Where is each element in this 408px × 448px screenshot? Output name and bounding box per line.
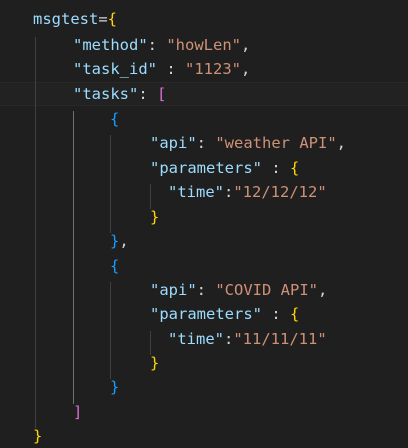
code-text: "parameters" : {: [150, 156, 299, 180]
code-token: }: [110, 232, 120, 250]
code-token: "11/11/11": [233, 330, 327, 348]
code-token: ,: [241, 60, 251, 78]
code-editor[interactable]: msgtest={"method": "howLen", "task_id" : …: [0, 0, 408, 445]
code-token: :: [138, 85, 157, 103]
code-text: "tasks": [: [73, 82, 166, 106]
code-text: {: [110, 107, 119, 131]
code-token: "task_id": [73, 60, 157, 78]
indent-guide: [110, 282, 111, 379]
code-line[interactable]: },: [0, 229, 408, 253]
code-token: ,: [119, 232, 129, 250]
code-text: }: [150, 205, 159, 229]
code-token: :: [224, 183, 234, 201]
indent-guide: [73, 111, 74, 404]
code-line[interactable]: }: [0, 351, 408, 375]
code-line[interactable]: }: [0, 375, 408, 399]
code-token: =: [98, 10, 108, 28]
code-token: [: [157, 85, 167, 103]
code-token: {: [289, 305, 300, 323]
code-token: {: [110, 257, 120, 275]
code-token: }: [150, 208, 160, 226]
code-text: },: [110, 229, 129, 253]
code-token: }: [33, 427, 43, 445]
code-text: "parameters" : {: [150, 302, 299, 326]
code-text: }: [150, 351, 159, 375]
code-token: "tasks": [73, 85, 139, 103]
code-token: "howLen": [166, 36, 241, 54]
code-text: "time":"12/12/12": [168, 180, 327, 204]
code-token: }: [110, 378, 120, 396]
code-token: "12/12/12": [233, 183, 327, 201]
code-token: :: [196, 134, 216, 152]
code-text: "method": "howLen",: [73, 33, 250, 57]
code-token: :: [224, 330, 234, 348]
code-line[interactable]: "time":"11/11/11": [0, 327, 408, 351]
code-text: }: [110, 375, 119, 399]
code-token: "api": [150, 281, 197, 299]
code-line[interactable]: "api": "COVID API",: [0, 278, 408, 302]
code-token: ,: [318, 281, 328, 299]
indent-guide: [110, 135, 111, 233]
code-text: msgtest={: [33, 7, 117, 31]
code-line[interactable]: {: [0, 254, 408, 278]
code-token: "1123": [185, 60, 241, 78]
code-token: "time": [168, 183, 224, 201]
code-token: :: [157, 60, 185, 78]
code-token: ]: [73, 403, 83, 421]
code-text: "api": "COVID API",: [150, 278, 327, 302]
code-token: :: [261, 159, 290, 177]
code-token: "parameters": [150, 305, 262, 323]
code-token: {: [110, 110, 120, 128]
indent-guide: [35, 37, 36, 428]
code-token: ,: [240, 36, 251, 54]
code-line[interactable]: "api": "weather API",: [0, 131, 408, 155]
code-token: msgtest: [33, 10, 99, 28]
code-text: "task_id" : "1123",: [73, 57, 250, 81]
indent-guide: [150, 184, 151, 209]
code-line[interactable]: "task_id" : "1123",: [0, 57, 408, 81]
code-token: {: [107, 10, 118, 28]
code-line[interactable]: }: [0, 205, 408, 229]
code-token: "api": [150, 134, 197, 152]
code-line[interactable]: "parameters" : {: [0, 156, 408, 180]
code-token: "parameters": [150, 159, 262, 177]
code-line[interactable]: msgtest={: [0, 7, 408, 31]
code-token: {: [289, 159, 300, 177]
code-text: "time":"11/11/11": [168, 327, 327, 351]
code-token: "COVID API": [215, 281, 318, 299]
code-token: :: [147, 36, 167, 54]
code-line[interactable]: ]: [0, 400, 408, 424]
code-token: :: [261, 305, 290, 323]
code-token: "weather API": [215, 134, 337, 152]
code-text: ]: [73, 400, 82, 424]
code-line[interactable]: }: [0, 424, 408, 448]
code-line[interactable]: "time":"12/12/12": [0, 180, 408, 204]
code-line[interactable]: {: [0, 107, 408, 131]
code-token: "method": [73, 36, 148, 54]
code-token: }: [150, 354, 160, 372]
code-token: "time": [168, 330, 224, 348]
code-line[interactable]: "parameters" : {: [0, 302, 408, 326]
code-text: "api": "weather API",: [150, 131, 346, 155]
code-line[interactable]: "method": "howLen",: [0, 33, 408, 57]
code-text: {: [110, 254, 119, 278]
code-token: :: [196, 281, 216, 299]
code-token: ,: [336, 134, 347, 152]
indent-guide: [150, 331, 151, 355]
code-line[interactable]: "tasks": [: [0, 82, 408, 106]
